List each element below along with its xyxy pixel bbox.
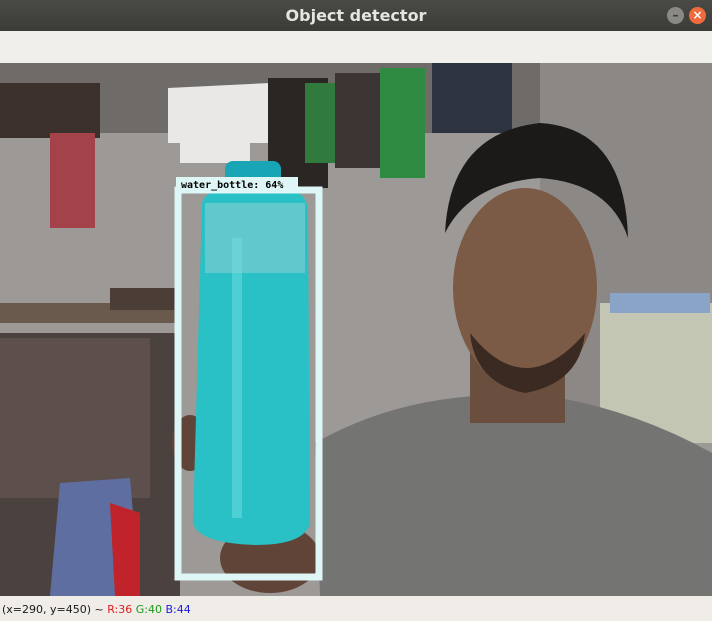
close-icon[interactable]: × [689,7,706,24]
camera-scene [0,63,712,596]
window-titlebar[interactable]: Object detector – × [0,0,712,31]
toolbar-strip [0,31,712,64]
red-value: R:36 [107,603,133,616]
status-separator: ~ [91,603,108,616]
cursor-coords: (x=290, y=450) [2,603,92,616]
status-bar: (x=290, y=450) ~ R:36 G:40 B:44 [0,596,712,621]
window-title: Object detector [285,6,427,25]
blue-value: B:44 [165,603,191,616]
camera-view[interactable]: water_bottle: 64% [0,63,712,596]
detection-label: water_bottle: 64% [181,180,284,191]
minimize-icon[interactable]: – [667,7,684,24]
green-value: G:40 [135,603,162,616]
pixel-info: (x=290, y=450) ~ R:36 G:40 B:44 [2,603,191,616]
